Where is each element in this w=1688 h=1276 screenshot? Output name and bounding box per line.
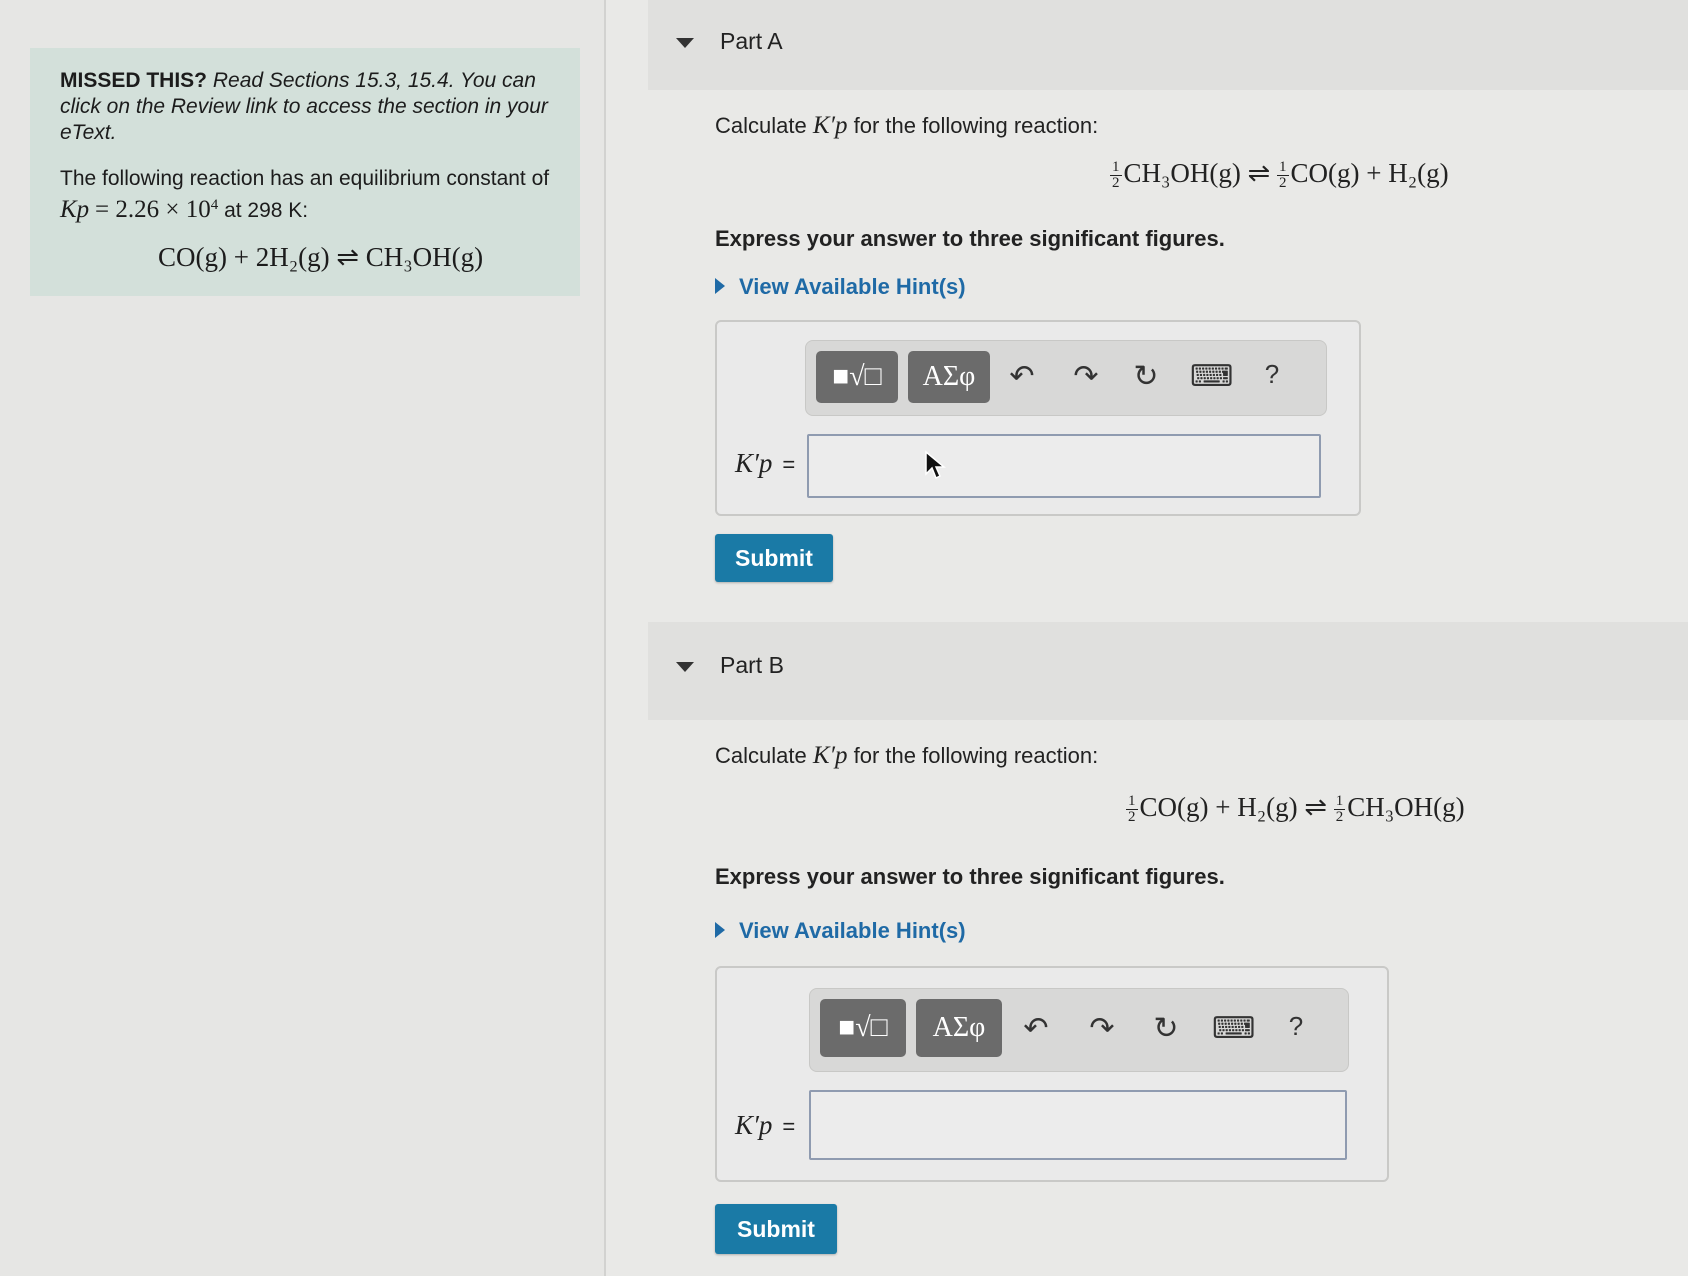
math-toolbar: ■√□ ΑΣφ ↶ ↷ ↻ ⌨ ? bbox=[809, 988, 1349, 1072]
fraction-half: 12 bbox=[1110, 159, 1122, 192]
question-suffix: for the following reaction: bbox=[853, 743, 1099, 768]
greek-symbols-button[interactable]: ΑΣφ bbox=[916, 999, 1002, 1057]
answer-label: K′p = bbox=[735, 448, 795, 479]
part-a-instructions: Express your answer to three significant… bbox=[715, 226, 1225, 251]
expand-triangle-icon bbox=[715, 278, 725, 295]
kp-prime-symbol: K′p bbox=[812, 742, 848, 769]
kp-value: = 2.26 × 10 bbox=[95, 196, 211, 223]
hint-label: View Available Hint(s) bbox=[739, 274, 966, 299]
hint-label: View Available Hint(s) bbox=[739, 918, 966, 943]
reset-icon[interactable]: ↻ bbox=[1146, 1011, 1186, 1046]
part-b-hint-link[interactable]: View Available Hint(s) bbox=[715, 918, 966, 944]
template-button[interactable]: ■√□ bbox=[816, 351, 898, 403]
part-a-header[interactable]: Part A bbox=[648, 0, 1688, 90]
reaction-intro-text: The following reaction has an equilibriu… bbox=[60, 167, 550, 190]
collapse-caret-icon[interactable] bbox=[676, 38, 694, 48]
fraction-half: 12 bbox=[1333, 793, 1346, 826]
equals-sign: = bbox=[782, 452, 796, 477]
question-panel: Part A Calculate K′p for the following r… bbox=[606, 0, 1688, 1276]
question-prefix: Calculate bbox=[715, 113, 807, 138]
reset-icon[interactable]: ↻ bbox=[1126, 359, 1166, 394]
keyboard-icon[interactable]: ⌨ bbox=[1212, 1011, 1255, 1046]
part-a-equation: 1 2 CH₃OH(g) ⇌ 1 2 CO(g) + H₂(g) bbox=[1110, 158, 1449, 191]
kp-prime-label: K′p bbox=[735, 1110, 773, 1140]
part-a-title: Part A bbox=[720, 28, 783, 54]
equation-right: CO(g) + H₂(g) bbox=[1290, 158, 1449, 188]
part-b-instructions: Express your answer to three significant… bbox=[715, 864, 1225, 889]
greek-symbols-button[interactable]: ΑΣφ bbox=[908, 351, 990, 403]
undo-icon[interactable]: ↶ bbox=[1002, 359, 1042, 394]
fraction-half: 12 bbox=[1277, 159, 1289, 192]
temperature-text: at 298 K: bbox=[224, 199, 309, 222]
reaction-intro: The following reaction has an equilibriu… bbox=[60, 166, 554, 224]
question-suffix: for the following reaction: bbox=[853, 113, 1099, 138]
redo-icon[interactable]: ↷ bbox=[1082, 1011, 1122, 1046]
math-toolbar: ■√□ ΑΣφ ↶ ↷ ↻ ⌨ ? bbox=[805, 340, 1327, 416]
missed-this-box: MISSED THIS? Read Sections 15.3, 15.4. Y… bbox=[30, 48, 580, 296]
part-b-answer-input[interactable] bbox=[809, 1090, 1347, 1160]
missed-this-text: MISSED THIS? Read Sections 15.3, 15.4. Y… bbox=[60, 68, 554, 146]
part-a-question: Calculate K′p for the following reaction… bbox=[715, 112, 1098, 140]
equation-left: CO(g) + H₂(g) ⇌ bbox=[1139, 792, 1327, 822]
part-a-answer-box: ■√□ ΑΣφ ↶ ↷ ↻ ⌨ ? K′p = bbox=[715, 320, 1361, 516]
kp-prime-label: K′p bbox=[735, 448, 773, 478]
left-panel: MISSED THIS? Read Sections 15.3, 15.4. Y… bbox=[0, 0, 606, 1276]
equals-sign: = bbox=[782, 1114, 796, 1139]
expand-triangle-icon bbox=[715, 922, 725, 939]
equation-left: CH₃OH(g) ⇌ bbox=[1123, 158, 1271, 188]
answer-label: K′p = bbox=[735, 1110, 795, 1141]
redo-icon[interactable]: ↷ bbox=[1066, 359, 1106, 394]
kp-prime-symbol: K′p bbox=[812, 112, 848, 139]
part-b-answer-box: ■√□ ΑΣφ ↶ ↷ ↻ ⌨ ? K′p = bbox=[715, 966, 1389, 1182]
part-b-submit-button[interactable]: Submit bbox=[715, 1204, 837, 1254]
template-button[interactable]: ■√□ bbox=[820, 999, 906, 1057]
part-b-title: Part B bbox=[720, 652, 784, 678]
kp-symbol: Kp bbox=[60, 196, 90, 223]
missed-label: MISSED THIS? bbox=[60, 69, 208, 92]
help-icon[interactable]: ? bbox=[1252, 359, 1292, 390]
part-a-answer-input[interactable] bbox=[807, 434, 1321, 498]
fraction-half: 12 bbox=[1126, 793, 1138, 826]
collapse-caret-icon[interactable] bbox=[676, 662, 694, 672]
given-equation: CO(g) + 2H₂(g) ⇌ CH₃OH(g) bbox=[158, 242, 484, 272]
part-b-equation: 1 2 CO(g) + H₂(g) ⇌ 1 2 CH₃OH(g) bbox=[1126, 792, 1465, 825]
part-a-hint-link[interactable]: View Available Hint(s) bbox=[715, 274, 966, 300]
part-b-question: Calculate K′p for the following reaction… bbox=[715, 742, 1098, 770]
part-b-header[interactable]: Part B bbox=[648, 622, 1688, 720]
undo-icon[interactable]: ↶ bbox=[1016, 1011, 1056, 1046]
mouse-cursor-icon bbox=[925, 450, 946, 480]
part-a-submit-button[interactable]: Submit bbox=[715, 534, 833, 582]
equation-right: CH₃OH(g) bbox=[1347, 792, 1465, 822]
help-icon[interactable]: ? bbox=[1276, 1011, 1316, 1042]
question-prefix: Calculate bbox=[715, 743, 807, 768]
keyboard-icon[interactable]: ⌨ bbox=[1190, 359, 1233, 394]
kp-exponent: 4 bbox=[210, 197, 219, 213]
